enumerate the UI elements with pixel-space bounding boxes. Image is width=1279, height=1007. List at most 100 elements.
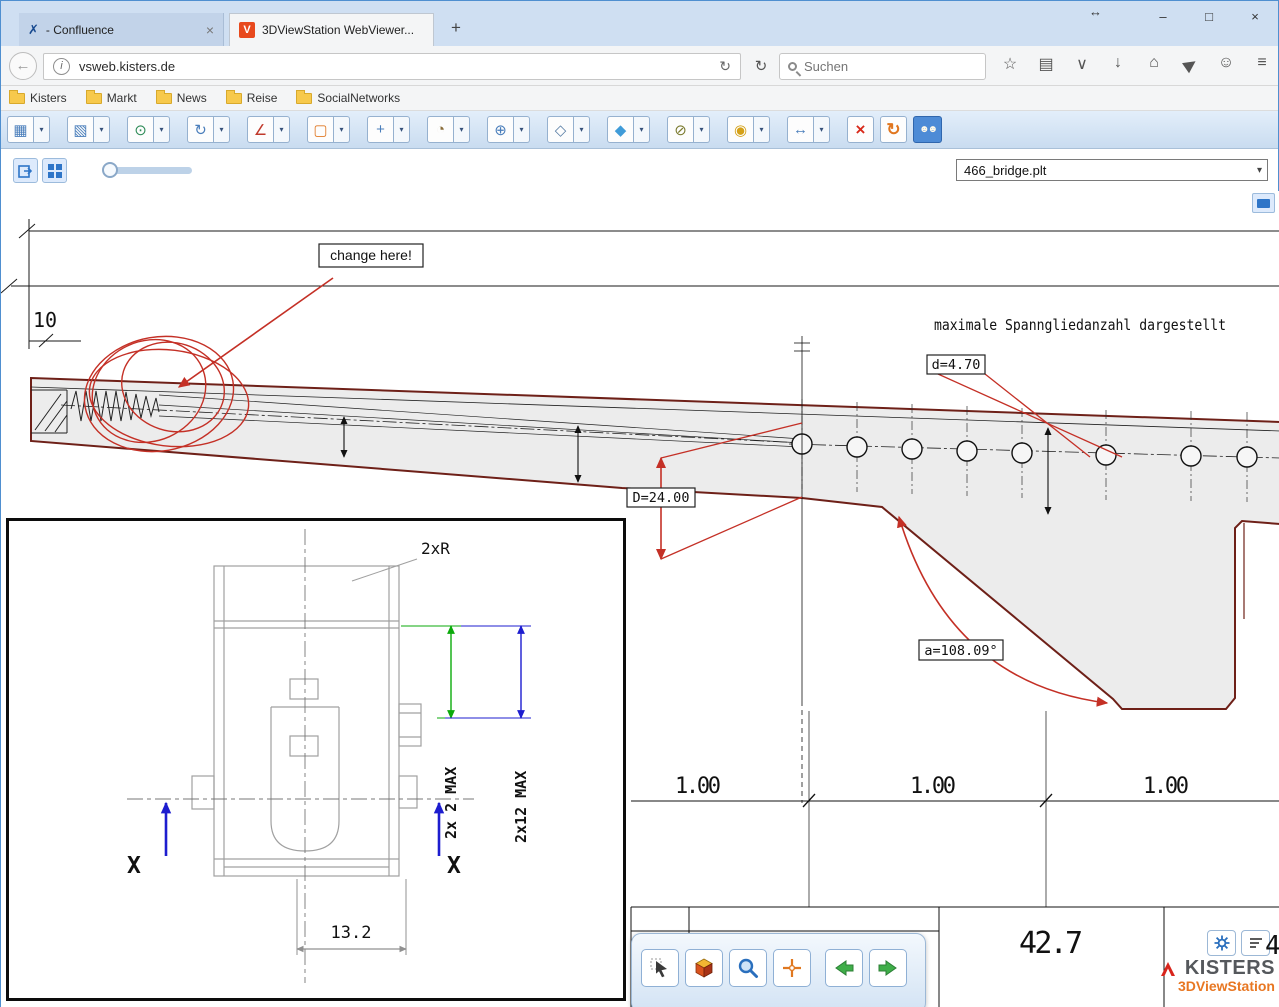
magnet-tool-icon[interactable]: ⊙ — [127, 116, 154, 143]
width-dimension-label: 13.2 — [331, 923, 372, 943]
dropdown-arrow-icon[interactable]: ▾ — [34, 116, 50, 143]
floating-toolbar — [631, 933, 926, 1007]
dropdown-arrow-icon[interactable]: ▾ — [214, 116, 230, 143]
dropdown-arrow-icon[interactable]: ▾ — [814, 116, 830, 143]
next-view-button[interactable] — [869, 949, 907, 987]
minimize-button[interactable]: – — [1140, 1, 1186, 31]
section-plane-tool-icon[interactable]: ◆ — [607, 116, 634, 143]
zoom-tool-icon[interactable]: ⊕ — [487, 116, 514, 143]
home-icon[interactable]: ⌂ — [1144, 54, 1164, 74]
folder-icon — [226, 93, 242, 104]
dropdown-arrow-icon[interactable]: ▾ — [334, 116, 350, 143]
model-parts-button[interactable] — [685, 949, 723, 987]
list-icon — [1247, 934, 1265, 952]
measure-angle-tool-icon[interactable]: ∠ — [247, 116, 274, 143]
drawing-canvas[interactable]: 10 — [1, 191, 1279, 1007]
tab-3dviewstation[interactable]: V 3DViewStation WebViewer... — [229, 13, 434, 46]
pocket-icon[interactable]: ∨ — [1072, 54, 1092, 74]
tab-confluence[interactable]: ✗ - Confluence × — [19, 13, 224, 46]
downloads-icon[interactable]: ↓ — [1108, 54, 1128, 74]
bookmark-folder-markt[interactable]: Markt — [86, 91, 137, 105]
send-icon[interactable]: ▶ — [1176, 50, 1204, 78]
user-session-button[interactable]: ☻☻ — [913, 116, 942, 143]
chevron-down-icon: ▾ — [1257, 165, 1265, 176]
dropdown-arrow-icon[interactable]: ▾ — [694, 116, 710, 143]
transform-tool-icon[interactable]: ↔ — [787, 116, 814, 143]
tab-close-icon[interactable]: × — [206, 22, 214, 38]
search-input[interactable] — [804, 59, 977, 74]
model-file-name: 466_bridge.plt — [964, 163, 1046, 178]
dropdown-arrow-icon[interactable]: ▾ — [274, 116, 290, 143]
popout-view-button[interactable] — [1252, 193, 1275, 213]
brand-product: 3DViewStation — [1109, 978, 1275, 994]
tool-group-selection: ▦▾ — [7, 116, 50, 143]
close-button[interactable]: × — [1232, 1, 1278, 31]
reload-button[interactable]: ↻ — [749, 55, 773, 79]
zoom-rect-button[interactable] — [729, 949, 767, 987]
tool-group-render-mode: ◉▾ — [727, 116, 770, 143]
tool-group-section-plane: ◆▾ — [607, 116, 650, 143]
depth-dimension-label: D=24.00 — [633, 490, 690, 506]
back-button[interactable]: ← — [9, 52, 37, 80]
grid-layout-button[interactable] — [42, 158, 67, 183]
feedback-smiley-icon[interactable]: ☺ — [1216, 54, 1236, 74]
views-tool-icon[interactable]: ◇ — [547, 116, 574, 143]
bookmark-folder-reise[interactable]: Reise — [226, 91, 278, 105]
url-bar[interactable]: i vsweb.kisters.de ↻ — [43, 53, 741, 80]
tool-group-clipping-box: ▢▾ — [307, 116, 350, 143]
protractor-tool-icon[interactable]: ◔ — [427, 116, 454, 143]
bookmarks-menu-icon[interactable]: ▤ — [1036, 54, 1056, 74]
rotate-tool-icon[interactable]: ↻ — [187, 116, 214, 143]
radius-callout: 2xR — [352, 539, 450, 581]
search-box[interactable] — [779, 53, 986, 80]
dropdown-arrow-icon[interactable]: ▾ — [754, 116, 770, 143]
bookmark-folder-socialnetworks[interactable]: SocialNetworks — [296, 91, 400, 105]
cursor-icon — [649, 957, 671, 979]
import-view-icon — [17, 162, 35, 180]
dropdown-arrow-icon[interactable]: ▾ — [454, 116, 470, 143]
settings-button[interactable] — [1207, 930, 1236, 956]
new-tab-button[interactable]: + — [442, 16, 470, 40]
dropdown-arrow-icon[interactable]: ▾ — [394, 116, 410, 143]
dropdown-arrow-icon[interactable]: ▾ — [514, 116, 530, 143]
reload-model-button[interactable]: ↻ — [880, 116, 907, 143]
dropdown-arrow-icon[interactable]: ▾ — [574, 116, 590, 143]
magnifier-icon — [737, 957, 759, 979]
clipping-box-tool-icon[interactable]: ▢ — [307, 116, 334, 143]
menu-icon[interactable]: ≡ — [1252, 54, 1272, 74]
url-text[interactable]: vsweb.kisters.de — [79, 59, 710, 74]
section-cut-tool-icon[interactable]: ⊘ — [667, 116, 694, 143]
render-mode-tool-icon[interactable]: ◉ — [727, 116, 754, 143]
reload-icon[interactable]: ↻ — [719, 58, 731, 75]
site-info-icon[interactable]: i — [53, 58, 70, 75]
tab-label: 3DViewStation WebViewer... — [262, 23, 424, 37]
maximize-button[interactable]: □ — [1186, 1, 1232, 31]
pan-button[interactable] — [773, 949, 811, 987]
bookmark-folder-news[interactable]: News — [156, 91, 207, 105]
select-cursor-button[interactable] — [641, 949, 679, 987]
explode-slider-track[interactable] — [114, 167, 192, 174]
tool-group-views: ◇▾ — [547, 116, 590, 143]
close-model-button[interactable]: × — [847, 116, 874, 143]
bookmark-label: News — [177, 91, 207, 105]
bookmark-star-icon[interactable]: ☆ — [1000, 54, 1020, 74]
explode-slider-knob[interactable] — [102, 162, 118, 178]
bookmark-folder-kisters[interactable]: Kisters — [9, 91, 67, 105]
folder-icon — [9, 93, 25, 104]
left-dimension-label: 10 — [33, 308, 57, 332]
fit-view-tool-icon[interactable]: + — [367, 116, 394, 143]
import-view-button[interactable] — [13, 158, 38, 183]
selection-tool-icon[interactable]: ▦ — [7, 116, 34, 143]
folder-icon — [156, 93, 172, 104]
model-file-select[interactable]: 466_bridge.plt ▾ — [956, 159, 1268, 181]
dropdown-arrow-icon[interactable]: ▾ — [634, 116, 650, 143]
navbar-icons: ☆ ▤ ∨ ↓ ⌂ ▶ ☺ ≡ — [984, 54, 1272, 74]
tool-group-protractor: ◔▾ — [427, 116, 470, 143]
tool-group-view-layout: ▧▾ — [67, 116, 110, 143]
part-geometry — [192, 566, 421, 876]
bookmark-label: SocialNetworks — [317, 91, 400, 105]
view-layout-tool-icon[interactable]: ▧ — [67, 116, 94, 143]
previous-view-button[interactable] — [825, 949, 863, 987]
dropdown-arrow-icon[interactable]: ▾ — [154, 116, 170, 143]
dropdown-arrow-icon[interactable]: ▾ — [94, 116, 110, 143]
